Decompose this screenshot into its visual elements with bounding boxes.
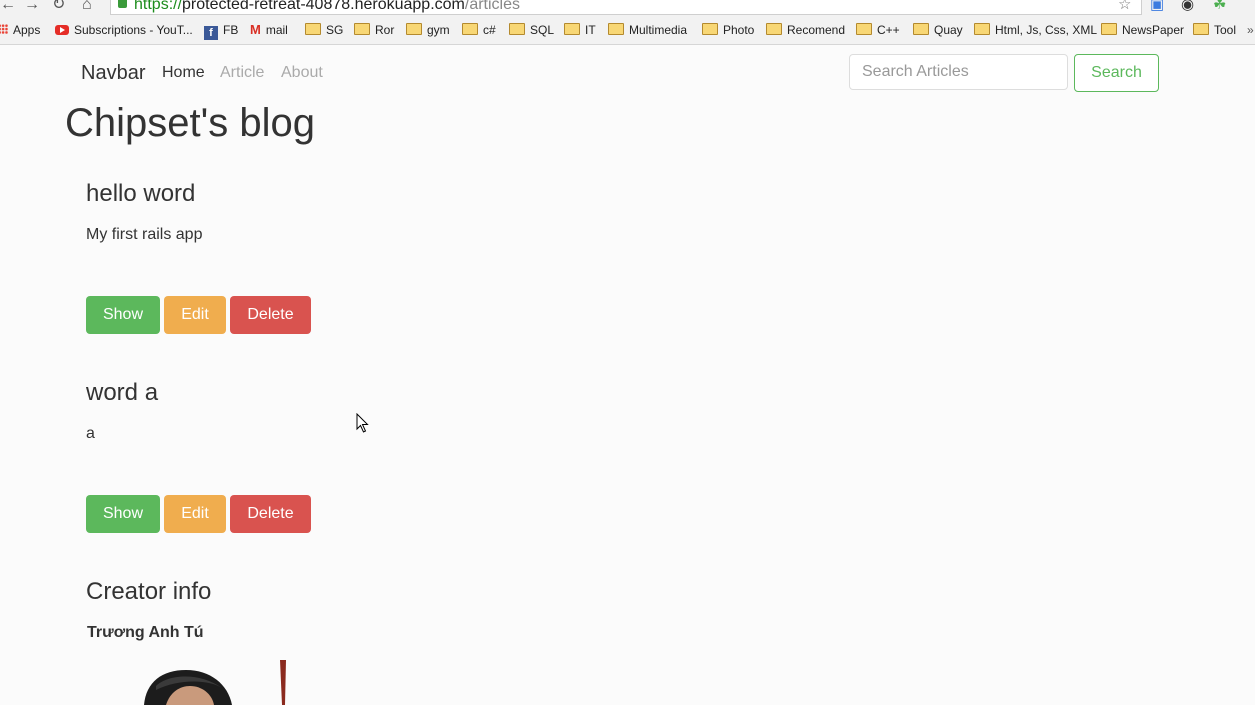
bookmark-folder[interactable]: c# bbox=[462, 23, 496, 37]
apps-icon bbox=[0, 24, 8, 34]
bookmarks-bar: Apps Subscriptions - YouT... f FB Mmail S… bbox=[0, 16, 1255, 45]
folder-icon bbox=[509, 23, 525, 35]
show-button[interactable]: Show bbox=[86, 495, 160, 533]
article-card: word a a Show Edit Delete bbox=[86, 379, 486, 533]
folder-icon bbox=[305, 23, 321, 35]
bookmark-folder[interactable]: Ror bbox=[354, 23, 394, 37]
edit-button[interactable]: Edit bbox=[164, 296, 226, 334]
folder-icon bbox=[856, 23, 872, 35]
bookmark-folder[interactable]: Html, Js, Css, XML bbox=[974, 23, 1097, 37]
facebook-icon: f bbox=[204, 26, 218, 40]
extension-icon[interactable]: ◉ bbox=[1181, 0, 1194, 13]
back-icon[interactable]: ← bbox=[0, 0, 16, 13]
article-title: word a bbox=[86, 379, 159, 406]
creator-avatar bbox=[140, 660, 290, 705]
navbar-brand[interactable]: Navbar bbox=[81, 62, 145, 85]
folder-icon bbox=[702, 23, 718, 35]
forward-icon[interactable]: → bbox=[24, 0, 40, 13]
lock-icon bbox=[118, 0, 127, 8]
bookmark-folder[interactable]: SG bbox=[305, 23, 343, 37]
youtube-icon bbox=[55, 25, 69, 35]
search-button[interactable]: Search bbox=[1074, 54, 1159, 92]
folder-icon bbox=[913, 23, 929, 35]
page-title: Chipset's blog bbox=[65, 101, 315, 145]
folder-icon bbox=[354, 23, 370, 35]
folder-icon bbox=[462, 23, 478, 35]
bookmark-folder[interactable]: gym bbox=[406, 23, 450, 37]
folder-icon bbox=[1101, 23, 1117, 35]
creator-name: Trương Anh Tú bbox=[87, 624, 204, 641]
delete-button[interactable]: Delete bbox=[230, 296, 311, 334]
nav-link-about[interactable]: About bbox=[281, 64, 323, 82]
bookmark-folder[interactable]: Multimedia bbox=[608, 23, 687, 37]
gmail-icon: M bbox=[250, 22, 261, 37]
bookmark-folder[interactable]: IT bbox=[564, 23, 596, 37]
delete-button[interactable]: Delete bbox=[230, 495, 311, 533]
bookmark-mail[interactable]: Mmail bbox=[250, 22, 288, 38]
folder-icon bbox=[974, 23, 990, 35]
bookmark-star-icon[interactable]: ☆ bbox=[1118, 0, 1131, 13]
home-icon[interactable]: ⌂ bbox=[82, 0, 92, 13]
folder-icon bbox=[406, 23, 422, 35]
bookmark-folder[interactable]: Photo bbox=[702, 23, 754, 37]
more-bookmarks-icon[interactable]: » bbox=[1247, 23, 1254, 37]
article-title: hello word bbox=[86, 180, 196, 207]
article-body: My first rails app bbox=[86, 226, 203, 243]
browser-toolbar: ← → ↻ ⌂ https://protected-retreat-40878.… bbox=[0, 0, 1255, 16]
extension-icon[interactable]: ☘ bbox=[1213, 0, 1226, 13]
folder-icon bbox=[564, 23, 580, 35]
bookmark-folder[interactable]: Tool bbox=[1193, 23, 1236, 37]
nav-link-article[interactable]: Article bbox=[220, 64, 264, 82]
bookmark-youtube[interactable]: Subscriptions - YouT... bbox=[55, 23, 193, 37]
bookmark-fb[interactable]: f FB bbox=[204, 23, 238, 40]
folder-icon bbox=[1193, 23, 1209, 35]
extension-icon[interactable]: ▣ bbox=[1150, 0, 1164, 13]
url-text[interactable]: https://protected-retreat-40878.herokuap… bbox=[134, 0, 520, 14]
bookmark-folder[interactable]: Quay bbox=[913, 23, 963, 37]
bookmark-folder[interactable]: SQL bbox=[509, 23, 554, 37]
folder-icon bbox=[608, 23, 624, 35]
nav-link-home[interactable]: Home bbox=[162, 64, 205, 82]
bookmark-folder[interactable]: C++ bbox=[856, 23, 900, 37]
bookmark-folder[interactable]: Recomend bbox=[766, 23, 845, 37]
creator-heading: Creator info bbox=[86, 578, 212, 605]
article-card: hello word My first rails app Show Edit … bbox=[86, 180, 486, 334]
bookmark-folder[interactable]: NewsPaper bbox=[1101, 23, 1184, 37]
search-input[interactable] bbox=[849, 54, 1068, 90]
article-body: a bbox=[86, 425, 95, 442]
edit-button[interactable]: Edit bbox=[164, 495, 226, 533]
bookmark-apps[interactable]: Apps bbox=[0, 23, 40, 37]
folder-icon bbox=[766, 23, 782, 35]
reload-icon[interactable]: ↻ bbox=[52, 0, 65, 13]
show-button[interactable]: Show bbox=[86, 296, 160, 334]
mouse-cursor-icon bbox=[356, 413, 369, 433]
